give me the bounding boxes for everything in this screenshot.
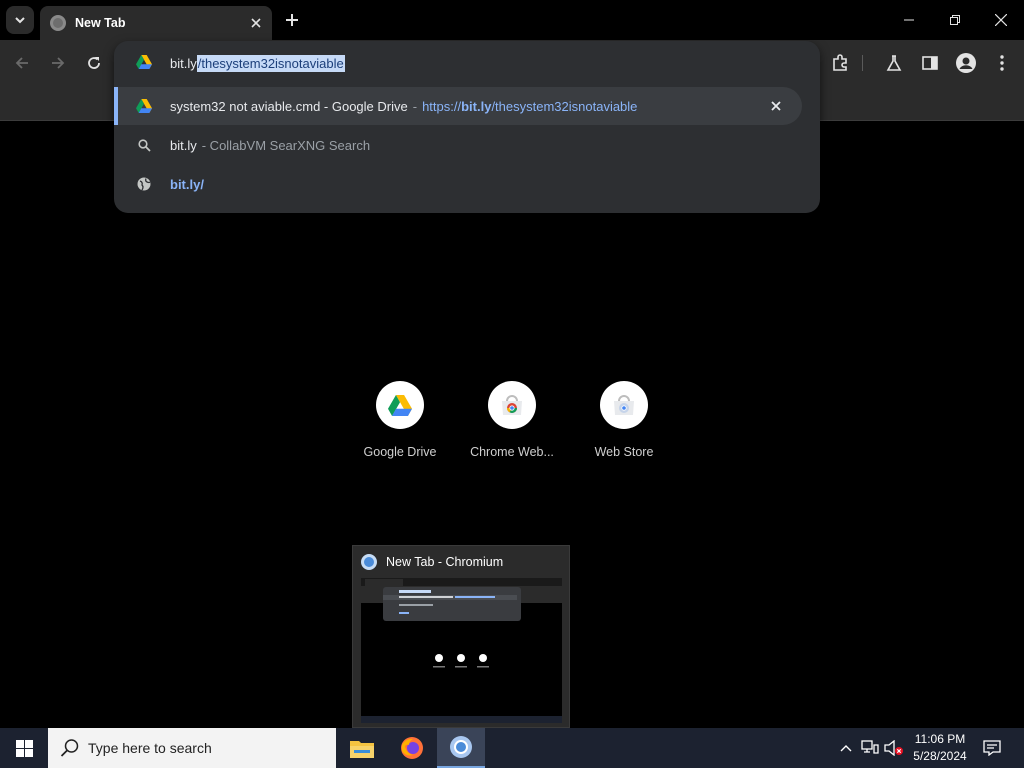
shortcut-label: Google Drive: [363, 445, 437, 459]
remove-suggestion-button[interactable]: [766, 96, 786, 116]
search-placeholder: Type here to search: [88, 740, 212, 756]
address-autocomplete-selection: /thesystem32isnotaviable: [196, 54, 345, 72]
preview-title: New Tab - Chromium: [386, 555, 504, 569]
web-store-icon: [614, 395, 634, 415]
taskbar-file-explorer[interactable]: [338, 728, 386, 768]
taskbar-thumbnail-preview[interactable]: New Tab - Chromium: [352, 545, 570, 728]
minimize-icon: [904, 19, 914, 21]
side-panel-icon: [922, 56, 938, 70]
shortcut-label: Chrome Web...: [470, 445, 554, 459]
reload-icon: [88, 57, 100, 69]
omnibox-popup: bit.ly/thesystem32isnotaviable system32 …: [114, 41, 820, 213]
clock-date: 5/28/2024: [913, 749, 967, 763]
volume-tray-button[interactable]: [884, 738, 904, 758]
windows-logo-icon: [15, 739, 33, 757]
taskbar-chromium[interactable]: [437, 728, 485, 768]
tab-close-icon[interactable]: [246, 13, 266, 33]
taskbar-clock[interactable]: 11:06 PM 5/28/2024: [908, 731, 972, 765]
shortcut-web-store[interactable]: Web Store: [568, 381, 680, 471]
extensions-button[interactable]: [826, 49, 854, 77]
suggestion-title: system32 not aviable.cmd - Google Drive: [170, 98, 408, 114]
suggestion-url[interactable]: bit.ly/: [114, 165, 802, 203]
shortcut-chrome-web-store[interactable]: Chrome Web...: [456, 381, 568, 471]
shortcut-icon-circle: [488, 381, 536, 429]
url-prefix: https://: [422, 98, 462, 114]
url-match: bit.ly: [461, 98, 492, 114]
chrome-web-store-icon: [502, 395, 522, 415]
tray-overflow-button[interactable]: [836, 738, 856, 758]
profile-button[interactable]: [952, 49, 980, 77]
reload-button[interactable]: [80, 49, 108, 77]
shortcut-icon-circle: [376, 381, 424, 429]
chevron-down-icon: [15, 17, 25, 24]
google-drive-icon: [136, 55, 152, 72]
toolbar-divider: [862, 55, 863, 71]
suggestion-url-text: bit.ly/: [170, 176, 204, 192]
puzzle-icon: [833, 54, 847, 71]
arrow-left-icon: [15, 57, 28, 69]
tab-title: New Tab: [75, 16, 126, 30]
globe-icon: [136, 176, 152, 192]
tab-strip: New Tab: [0, 0, 1024, 40]
forward-button[interactable]: [44, 49, 72, 77]
clock-time: 11:06 PM: [914, 732, 966, 746]
shortcut-icon-circle: [600, 381, 648, 429]
back-button[interactable]: [8, 49, 36, 77]
search-icon: [60, 738, 80, 761]
google-drive-icon: [136, 98, 152, 114]
kebab-menu-icon: [1000, 55, 1004, 71]
taskbar-search-box[interactable]: Type here to search: [48, 728, 336, 768]
start-button[interactable]: [0, 728, 48, 768]
url-suffix: /thesystem32isnotaviable: [491, 98, 638, 114]
avatar-icon: [956, 53, 976, 73]
suggestion-query: bit.ly: [170, 137, 197, 153]
close-icon: [771, 101, 781, 111]
suggestion-drive-file[interactable]: system32 not aviable.cmd - Google Drive …: [114, 87, 802, 125]
folder-icon: [350, 741, 374, 758]
new-tab-button[interactable]: [280, 8, 304, 32]
flask-icon: [886, 55, 902, 71]
suggestion-separator: -: [412, 98, 418, 114]
plus-icon: [286, 14, 298, 26]
preview-window-image: [361, 578, 562, 723]
tab-search-button[interactable]: [6, 6, 34, 34]
suggestion-search[interactable]: bit.ly - CollabVM SearXNG Search: [114, 126, 802, 164]
address-typed-text: bit.ly: [170, 55, 197, 71]
taskbar: Type here to search 11:06 PM 5/28/2024: [0, 728, 1024, 768]
restore-button[interactable]: [932, 0, 978, 40]
search-icon: [136, 137, 152, 153]
google-drive-icon: [388, 394, 412, 416]
menu-button[interactable]: [988, 49, 1016, 77]
network-tray-button[interactable]: [860, 738, 880, 758]
address-bar-input[interactable]: bit.ly/thesystem32isnotaviable: [114, 41, 820, 85]
arrow-right-icon: [52, 57, 65, 69]
suggestion-url: https://bit.ly/thesystem32isnotaviable: [422, 99, 637, 114]
close-icon: [995, 14, 1007, 26]
chromium-icon: [361, 554, 377, 570]
speaker-muted-icon: [884, 740, 903, 756]
close-window-button[interactable]: [978, 0, 1024, 40]
minimize-button[interactable]: [886, 0, 932, 40]
suggestion-source: - CollabVM SearXNG Search: [201, 137, 371, 153]
firefox-icon: [401, 737, 423, 759]
chevron-up-icon: [840, 745, 852, 752]
labs-button[interactable]: [880, 49, 908, 77]
selection-indicator: [114, 87, 118, 125]
notification-icon: [983, 740, 1001, 756]
restore-icon: [950, 15, 960, 25]
tab-favicon-icon: [50, 15, 66, 31]
preview-title-row: New Tab - Chromium: [361, 554, 503, 570]
shortcut-google-drive[interactable]: Google Drive: [344, 381, 456, 471]
tab-new-tab[interactable]: New Tab: [40, 6, 272, 40]
side-panel-button[interactable]: [916, 49, 944, 77]
action-center-button[interactable]: [982, 738, 1002, 758]
chromium-icon: [450, 736, 472, 758]
shortcut-label: Web Store: [594, 445, 654, 459]
network-icon: [861, 740, 879, 754]
taskbar-firefox[interactable]: [388, 728, 436, 768]
